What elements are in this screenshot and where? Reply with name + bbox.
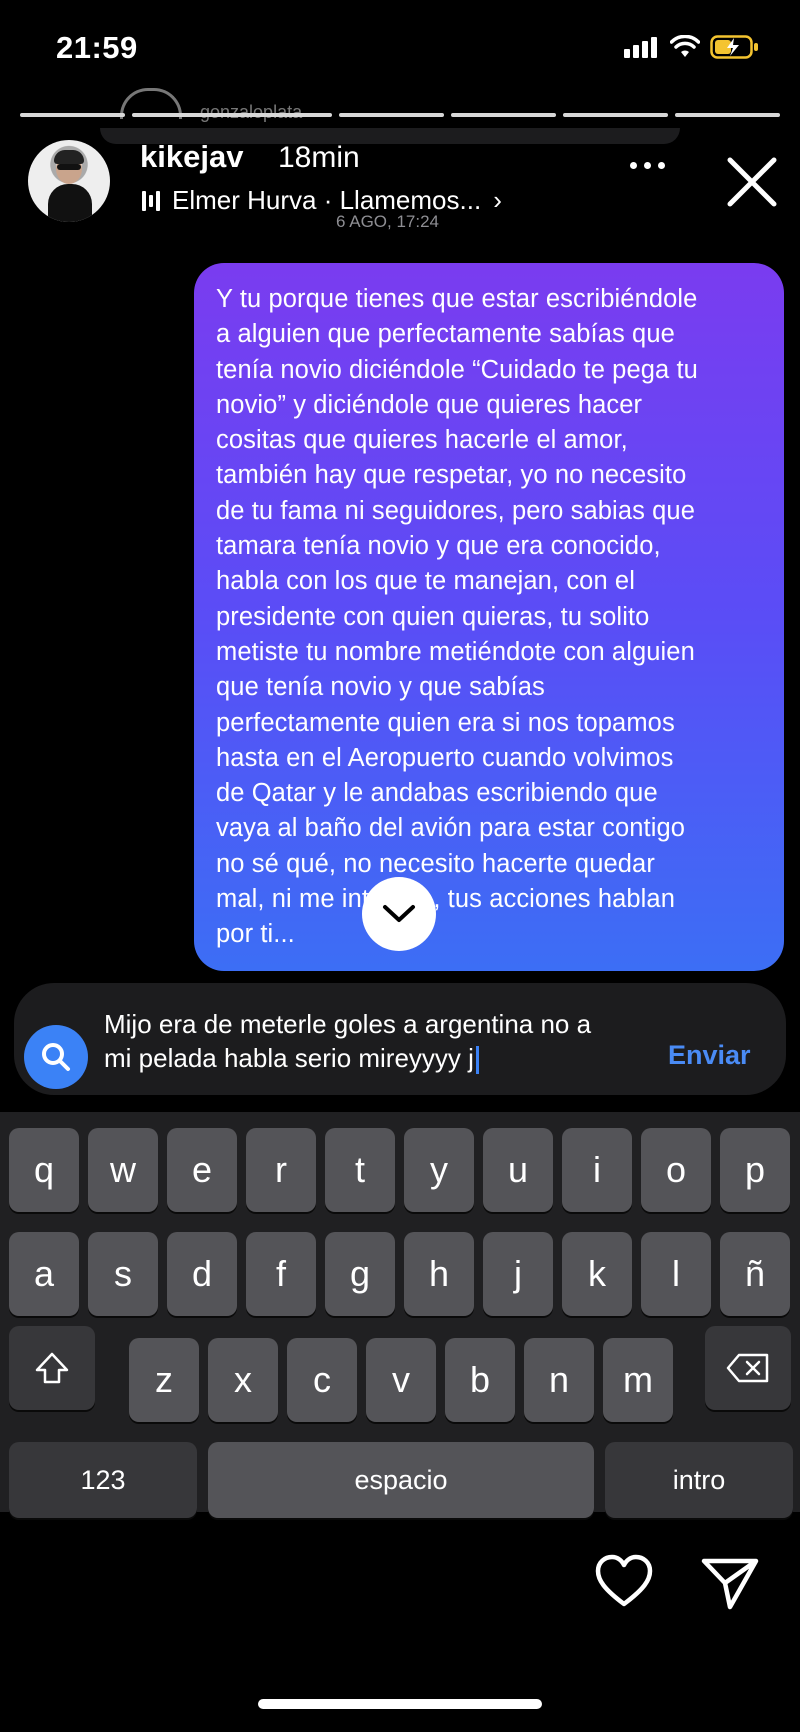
username[interactable]: kikejav (140, 139, 243, 175)
message-timestamp: 6 AGO, 17:24 (336, 212, 440, 231)
status-icons (624, 34, 760, 60)
message-bubble: Y tu porque tienes que estar escribiéndo… (194, 263, 784, 971)
share-icon[interactable] (700, 1555, 760, 1611)
key-m[interactable]: m (603, 1338, 673, 1422)
avatar[interactable] (28, 140, 110, 222)
progress-segment (562, 113, 668, 117)
progress-segment (674, 113, 781, 117)
numbers-key[interactable]: 123 (9, 1442, 197, 1518)
key-d[interactable]: d (167, 1232, 237, 1316)
key-j[interactable]: j (483, 1232, 553, 1316)
audio-bars-icon (142, 190, 160, 212)
key-q[interactable]: q (9, 1128, 79, 1212)
progress-segment (450, 113, 556, 117)
chevron-down-icon (383, 905, 415, 922)
reply-line-1: Mijo era de meterle goles a argentina no… (104, 1009, 592, 1039)
key-a[interactable]: a (9, 1232, 79, 1316)
reply-line-2-text: mi pelada habla serio mireyyyy j (104, 1043, 474, 1073)
backspace-key[interactable] (705, 1326, 791, 1410)
key-x[interactable]: x (208, 1338, 278, 1422)
key-i[interactable]: i (562, 1128, 632, 1212)
key-c[interactable]: c (287, 1338, 357, 1422)
post-age: 18min (278, 141, 360, 174)
progress-segment (132, 113, 332, 117)
key-g[interactable]: g (325, 1232, 395, 1316)
heart-icon[interactable] (594, 1553, 654, 1609)
home-indicator (258, 1699, 542, 1709)
status-time: 21:59 (56, 30, 138, 65)
battery-charging-icon (710, 35, 758, 59)
text-cursor (475, 1046, 479, 1075)
message-text: Y tu porque tienes que estar escribiéndo… (216, 285, 698, 949)
key-o[interactable]: o (641, 1128, 711, 1212)
key-n[interactable]: n (524, 1338, 594, 1422)
key-k[interactable]: k (562, 1232, 632, 1316)
reply-line-2: mi pelada habla serio mireyyyy j (104, 1041, 664, 1075)
key-v[interactable]: v (366, 1338, 436, 1422)
key-e[interactable]: e (167, 1128, 237, 1212)
keyboard: qwertyuiop asdfghjklñ zxcvbnm 123 espaci… (0, 1112, 800, 1518)
reply-input[interactable]: Mijo era de meterle goles a argentina no… (104, 1007, 664, 1075)
shift-key[interactable] (9, 1326, 95, 1410)
key-f[interactable]: f (246, 1232, 316, 1316)
key-l[interactable]: l (641, 1232, 711, 1316)
chevron-right-icon: › (493, 185, 502, 215)
key-z[interactable]: z (129, 1338, 199, 1422)
key-p[interactable]: p (720, 1128, 790, 1212)
expand-button[interactable] (362, 877, 436, 951)
more-options-icon[interactable] (630, 162, 665, 169)
wifi-icon (670, 35, 700, 57)
key-t[interactable]: t (325, 1128, 395, 1212)
key-r[interactable]: r (246, 1128, 316, 1212)
progress-segment (20, 113, 126, 117)
key-ñ[interactable]: ñ (720, 1232, 790, 1316)
key-y[interactable]: y (404, 1128, 474, 1212)
send-button[interactable]: Enviar (668, 1040, 751, 1071)
search-button[interactable] (24, 1025, 88, 1089)
backspace-icon (726, 1353, 769, 1383)
key-b[interactable]: b (445, 1338, 515, 1422)
music-link[interactable]: Elmer Hurva · Llamemos... › (142, 185, 502, 216)
key-h[interactable]: h (404, 1232, 474, 1316)
signal-icon (624, 36, 660, 58)
search-icon (42, 1043, 70, 1071)
key-w[interactable]: w (88, 1128, 158, 1212)
close-icon[interactable] (724, 154, 780, 210)
shift-icon (35, 1352, 69, 1384)
key-s[interactable]: s (88, 1232, 158, 1316)
space-key[interactable]: espacio (208, 1442, 594, 1518)
story-progress-bar (20, 113, 781, 117)
progress-segment (338, 113, 444, 117)
return-key[interactable]: intro (605, 1442, 793, 1518)
key-u[interactable]: u (483, 1128, 553, 1212)
